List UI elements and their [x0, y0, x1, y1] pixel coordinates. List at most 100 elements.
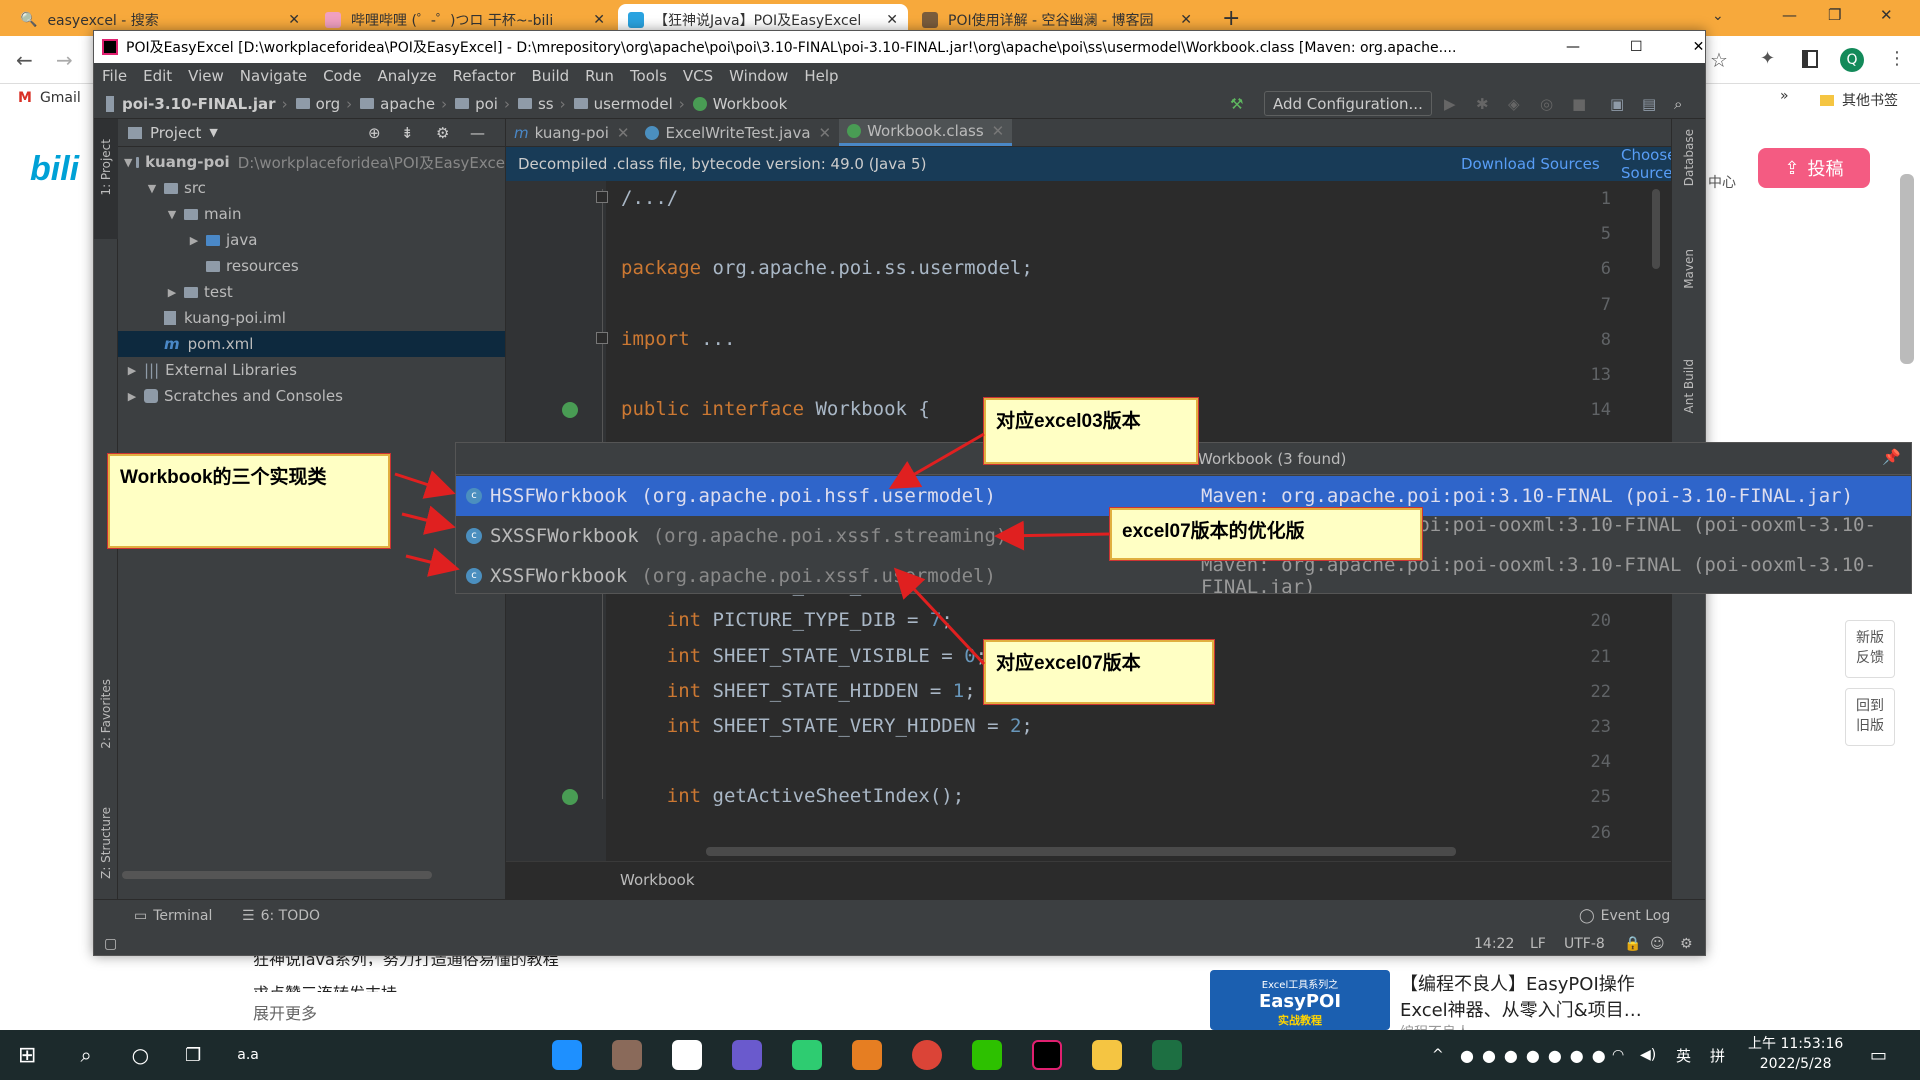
bookmark-other[interactable]: 其他书签: [1820, 90, 1898, 110]
gear-icon[interactable]: ⚙: [436, 124, 449, 142]
back-icon[interactable]: ←: [16, 48, 33, 72]
editor-horizontal-scrollbar[interactable]: [706, 847, 1456, 856]
chevron-down-icon[interactable]: ▼: [209, 126, 217, 139]
extension-icon[interactable]: ✦: [1760, 48, 1775, 69]
menu-icon[interactable]: ⋮: [1888, 48, 1906, 69]
crumb-apache[interactable]: apache ›: [356, 95, 447, 113]
layout-toggle-icon[interactable]: ▢: [104, 936, 117, 952]
crumb-poi[interactable]: poi ›: [451, 95, 510, 113]
crumb-org[interactable]: org ›: [292, 95, 352, 113]
app-icon-6[interactable]: [852, 1040, 883, 1070]
run-icon[interactable]: ▶: [1444, 95, 1456, 113]
close-window-icon[interactable]: ✕: [1693, 39, 1705, 55]
page-scrollbar[interactable]: [1900, 174, 1914, 364]
menu-navigate[interactable]: Navigate: [232, 67, 315, 85]
chevron-down-icon[interactable]: ⌄: [1712, 8, 1724, 24]
code-line[interactable]: int PICTURE_TYPE_DIB = 7;: [621, 609, 953, 631]
code-line[interactable]: /.../: [621, 187, 678, 209]
tree-item-scratches[interactable]: ▶ Scratches and Consoles: [118, 383, 505, 409]
app-icon-2[interactable]: [612, 1040, 643, 1070]
search-icon[interactable]: ⌕: [80, 1043, 91, 1067]
feedback-button[interactable]: 新版 反馈: [1845, 620, 1895, 678]
tab-workbook-class[interactable]: Workbook.class ✕: [839, 119, 1013, 146]
tree-arrow[interactable]: ▼: [144, 182, 160, 195]
sidebar-icon[interactable]: [1802, 50, 1818, 68]
project-tool-tab[interactable]: 1: Project: [99, 139, 113, 196]
cortana-icon[interactable]: ○: [132, 1043, 149, 1067]
crumb-usermodel[interactable]: usermodel ›: [570, 95, 685, 113]
close-icon[interactable]: ✕: [1172, 12, 1192, 28]
app-icon-4[interactable]: [732, 1040, 763, 1070]
crumb-workbook[interactable]: Workbook: [689, 95, 787, 113]
tree-item-kuang-poi[interactable]: ▼ kuang-poi D:\workplaceforidea\POI及Easy…: [118, 149, 505, 175]
minimize-icon[interactable]: —: [1566, 39, 1580, 55]
hide-panel-icon[interactable]: —: [470, 124, 485, 142]
typora-icon[interactable]: [672, 1040, 703, 1070]
code-line[interactable]: import ...: [621, 328, 735, 350]
debug-icon[interactable]: ✱: [1476, 95, 1489, 113]
coverage-icon[interactable]: ◈: [1508, 95, 1520, 113]
clock[interactable]: 上午 11:53:16 2022/5/28: [1748, 1034, 1843, 1074]
recommend-author[interactable]: 编程不良人: [1400, 1022, 1470, 1030]
volume-icon[interactable]: ◀): [1640, 1047, 1656, 1063]
ime-mode[interactable]: 英: [1676, 1045, 1691, 1066]
close-window-icon[interactable]: ✕: [1880, 6, 1893, 24]
code-line[interactable]: int SHEET_STATE_VERY_HIDDEN = 2;: [621, 715, 1033, 737]
tree-item-resources[interactable]: resources: [118, 253, 505, 279]
project-structure-icon[interactable]: ▣: [1610, 95, 1624, 113]
editor-vertical-scrollbar[interactable]: [1652, 189, 1660, 269]
lock-icon[interactable]: 🔒: [1624, 936, 1641, 952]
expand-more-link[interactable]: 展开更多: [253, 1000, 317, 1024]
task-view-icon[interactable]: ❐: [185, 1045, 201, 1066]
forward-icon[interactable]: →: [56, 48, 73, 72]
app-icon-1[interactable]: [552, 1040, 583, 1070]
tray-arrow-icon[interactable]: ^: [1432, 1047, 1444, 1063]
ant-build-tool-tab[interactable]: Ant Build: [1682, 359, 1696, 413]
code-line[interactable]: int SHEET_STATE_VISIBLE = 0;: [621, 645, 987, 667]
line-separator[interactable]: LF: [1530, 936, 1546, 952]
locate-icon[interactable]: ⊕: [368, 124, 381, 142]
close-icon[interactable]: ✕: [280, 12, 300, 28]
tree-arrow[interactable]: ▶: [124, 364, 140, 377]
app-icon-5[interactable]: [792, 1040, 823, 1070]
menu-help[interactable]: Help: [796, 67, 846, 85]
upload-button[interactable]: ⇪ 投稿: [1758, 148, 1870, 188]
terminal-tool-tab[interactable]: ▭ Terminal: [134, 908, 212, 924]
add-configuration-button[interactable]: Add Configuration...: [1264, 91, 1432, 116]
profile-icon[interactable]: ◎: [1540, 95, 1553, 113]
collapse-all-icon[interactable]: ⇟: [401, 124, 414, 142]
project-view-select[interactable]: Project: [150, 124, 201, 142]
back-old-version-button[interactable]: 回到 旧版: [1845, 688, 1895, 746]
inspector-icon[interactable]: ☺: [1650, 936, 1665, 952]
chrome-icon[interactable]: [912, 1040, 943, 1070]
intellij-taskbar-icon[interactable]: [1032, 1040, 1063, 1070]
excel-icon[interactable]: [1152, 1040, 1183, 1070]
bookmark-gmail[interactable]: M Gmail: [18, 90, 81, 106]
tab-kuang-poi[interactable]: m kuang-poi ✕: [506, 119, 637, 146]
layout-icon[interactable]: ▤: [1642, 95, 1656, 113]
recommend-title[interactable]: 【编程不良人】EasyPOI操作: [1400, 970, 1635, 996]
settings-icon[interactable]: ⚙: [1680, 936, 1693, 952]
star-icon[interactable]: ☆: [1710, 48, 1728, 72]
network-icon[interactable]: ◠: [1612, 1047, 1624, 1063]
bilibili-logo[interactable]: bili: [30, 150, 79, 189]
tree-item-main[interactable]: ▼ main: [118, 201, 505, 227]
download-sources-link[interactable]: Download Sources: [1461, 155, 1600, 173]
menu-code[interactable]: Code: [315, 67, 369, 85]
restore-icon[interactable]: ❐: [1828, 6, 1841, 24]
impl-row-xssf[interactable]: c XSSFWorkbook (org.apache.poi.xssf.user…: [456, 554, 1911, 593]
favorites-tool-tab[interactable]: 2: Favorites: [99, 679, 113, 749]
menu-tools[interactable]: Tools: [622, 67, 675, 85]
recommend-thumbnail[interactable]: Excel工具系列之 EasyPOI 实战教程: [1210, 970, 1390, 1030]
code-line[interactable]: int getActiveSheetIndex();: [621, 785, 964, 807]
search-icon[interactable]: ⌕: [1674, 95, 1682, 113]
code-line[interactable]: int SHEET_STATE_HIDDEN = 1;: [621, 680, 976, 702]
menu-window[interactable]: Window: [721, 67, 796, 85]
new-tab-button[interactable]: +: [1222, 6, 1240, 31]
notification-icon[interactable]: ▭: [1870, 1045, 1887, 1066]
fold-toggle-icon[interactable]: [596, 331, 608, 344]
menu-vcs[interactable]: VCS: [675, 67, 721, 85]
todo-tool-tab[interactable]: ☰ 6: TODO: [242, 908, 320, 924]
center-link[interactable]: 中心: [1708, 172, 1736, 192]
menu-view[interactable]: View: [180, 67, 232, 85]
